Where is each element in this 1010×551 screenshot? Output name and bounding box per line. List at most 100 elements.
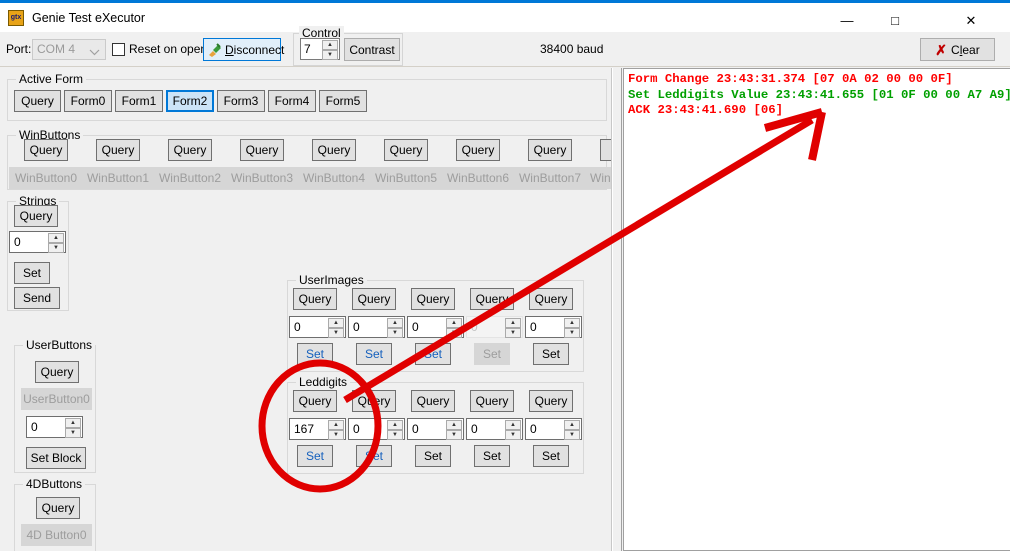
- active-form-button-form5[interactable]: Form5: [319, 90, 367, 112]
- active-form-button-form4[interactable]: Form4: [268, 90, 316, 112]
- active-form-group-label: Active Form: [16, 72, 86, 86]
- stepper-down-icon[interactable]: ▼: [65, 428, 81, 438]
- leddigits-stepper-0[interactable]: 167 ▲ ▼: [289, 418, 346, 440]
- stepper-down-icon[interactable]: ▼: [505, 430, 521, 440]
- active-form-button-form0[interactable]: Form0: [64, 90, 112, 112]
- leddigits-query-2[interactable]: Query: [411, 390, 455, 412]
- stepper-up-icon[interactable]: ▲: [446, 420, 462, 430]
- stepper-up-icon[interactable]: ▲: [446, 318, 462, 328]
- userimages-query-2[interactable]: Query: [411, 288, 455, 310]
- userimages-stepper-1[interactable]: 0 ▲ ▼: [348, 316, 405, 338]
- fourdbuttons-query-button[interactable]: Query: [36, 497, 80, 519]
- reset-on-open-checkbox[interactable]: Reset on open: [112, 42, 207, 56]
- minimize-button[interactable]: —: [824, 6, 870, 35]
- strings-set-button[interactable]: Set: [14, 262, 50, 284]
- leddigits-set-0[interactable]: Set: [297, 445, 333, 467]
- leddigits-query-3[interactable]: Query: [470, 390, 514, 412]
- leddigits-set-4[interactable]: Set: [533, 445, 569, 467]
- winbuttons-query-2[interactable]: Query: [168, 139, 212, 161]
- leddigits-set-1[interactable]: Set: [356, 445, 392, 467]
- stepper-arrows[interactable]: ▲ ▼: [48, 233, 64, 253]
- stepper-arrows[interactable]: ▲ ▼: [65, 418, 81, 438]
- stepper-down-icon[interactable]: ▼: [564, 430, 580, 440]
- stepper-arrows[interactable]: ▲ ▼: [446, 318, 462, 338]
- leddigits-set-3[interactable]: Set: [474, 445, 510, 467]
- active-form-query-button[interactable]: Query: [14, 90, 61, 112]
- strings-send-button[interactable]: Send: [14, 287, 60, 309]
- userimages-stepper-0[interactable]: 0 ▲ ▼: [289, 316, 346, 338]
- clear-button[interactable]: ✗ Clear: [920, 38, 995, 61]
- stepper-arrows[interactable]: ▲ ▼: [322, 40, 338, 60]
- active-form-button-form2[interactable]: Form2: [166, 90, 214, 112]
- leddigits-set-2[interactable]: Set: [415, 445, 451, 467]
- winbuttons-query-1[interactable]: Query: [96, 139, 140, 161]
- stepper-up-icon[interactable]: ▲: [328, 318, 344, 328]
- port-select[interactable]: COM 4: [32, 39, 106, 60]
- stepper-up-icon[interactable]: ▲: [48, 233, 64, 243]
- contrast-button[interactable]: Contrast: [344, 38, 400, 61]
- userbuttons-set-block-button[interactable]: Set Block: [26, 447, 86, 469]
- userimages-stepper-2[interactable]: 0 ▲ ▼: [407, 316, 464, 338]
- stepper-up-icon[interactable]: ▲: [328, 420, 344, 430]
- winbuttons-query-5[interactable]: Query: [384, 139, 428, 161]
- stepper-arrows[interactable]: ▲ ▼: [564, 420, 580, 440]
- userbuttons-query-button[interactable]: Query: [35, 361, 79, 383]
- leddigits-stepper-4[interactable]: 0 ▲ ▼: [525, 418, 582, 440]
- userimages-set-2[interactable]: Set: [415, 343, 451, 365]
- stepper-arrows[interactable]: ▲ ▼: [505, 420, 521, 440]
- winbuttons-query-4[interactable]: Query: [312, 139, 356, 161]
- winbuttons-query-8[interactable]: Qu: [600, 139, 612, 161]
- active-form-button-form1[interactable]: Form1: [115, 90, 163, 112]
- panel-splitter[interactable]: [612, 68, 622, 551]
- userimages-stepper-4[interactable]: 0 ▲ ▼: [525, 316, 582, 338]
- stepper-arrows[interactable]: ▲ ▼: [387, 318, 403, 338]
- winbuttons-query-0[interactable]: Query: [24, 139, 68, 161]
- control-stepper[interactable]: 7 ▲ ▼: [300, 38, 340, 60]
- stepper-up-icon[interactable]: ▲: [564, 420, 580, 430]
- stepper-down-icon[interactable]: ▼: [387, 430, 403, 440]
- strings-stepper[interactable]: 0 ▲ ▼: [9, 231, 66, 253]
- stepper-down-icon[interactable]: ▼: [446, 328, 462, 338]
- userimages-set-1[interactable]: Set: [356, 343, 392, 365]
- stepper-down-icon[interactable]: ▼: [322, 50, 338, 60]
- stepper-arrows[interactable]: ▲ ▼: [328, 318, 344, 338]
- stepper-arrows[interactable]: ▲ ▼: [328, 420, 344, 440]
- stepper-down-icon[interactable]: ▼: [328, 328, 344, 338]
- stepper-up-icon[interactable]: ▲: [387, 420, 403, 430]
- userimages-set-0[interactable]: Set: [297, 343, 333, 365]
- strings-query-button[interactable]: Query: [14, 205, 58, 227]
- userimages-query-0[interactable]: Query: [293, 288, 337, 310]
- leddigits-query-0[interactable]: Query: [293, 390, 337, 412]
- userimages-query-4[interactable]: Query: [529, 288, 573, 310]
- stepper-down-icon[interactable]: ▼: [564, 328, 580, 338]
- disconnect-button[interactable]: Disconnect: [203, 38, 281, 61]
- log-output-panel[interactable]: Form Change 23:43:31.374 [07 0A 02 00 00…: [623, 68, 1010, 551]
- stepper-up-icon[interactable]: ▲: [387, 318, 403, 328]
- stepper-up-icon[interactable]: ▲: [322, 40, 338, 50]
- winbuttons-query-6[interactable]: Query: [456, 139, 500, 161]
- userimages-query-3[interactable]: Query: [470, 288, 514, 310]
- stepper-arrows[interactable]: ▲ ▼: [564, 318, 580, 338]
- leddigits-stepper-2[interactable]: 0 ▲ ▼: [407, 418, 464, 440]
- stepper-down-icon[interactable]: ▼: [48, 243, 64, 253]
- stepper-up-icon[interactable]: ▲: [65, 418, 81, 428]
- stepper-up-icon[interactable]: ▲: [564, 318, 580, 328]
- userbuttons-stepper[interactable]: 0 ▲ ▼: [26, 416, 83, 438]
- stepper-down-icon[interactable]: ▼: [446, 430, 462, 440]
- active-form-button-form3[interactable]: Form3: [217, 90, 265, 112]
- userimages-query-1[interactable]: Query: [352, 288, 396, 310]
- maximize-button[interactable]: □: [872, 6, 918, 35]
- stepper-arrows[interactable]: ▲ ▼: [446, 420, 462, 440]
- leddigits-stepper-1[interactable]: 0 ▲ ▼: [348, 418, 405, 440]
- close-button[interactable]: ✕: [948, 6, 994, 35]
- winbuttons-query-3[interactable]: Query: [240, 139, 284, 161]
- leddigits-query-4[interactable]: Query: [529, 390, 573, 412]
- stepper-up-icon[interactable]: ▲: [505, 420, 521, 430]
- stepper-arrows[interactable]: ▲ ▼: [387, 420, 403, 440]
- userimages-set-4[interactable]: Set: [533, 343, 569, 365]
- winbuttons-query-7[interactable]: Query: [528, 139, 572, 161]
- leddigits-query-1[interactable]: Query: [352, 390, 396, 412]
- stepper-down-icon[interactable]: ▼: [328, 430, 344, 440]
- leddigits-stepper-3[interactable]: 0 ▲ ▼: [466, 418, 523, 440]
- stepper-down-icon[interactable]: ▼: [387, 328, 403, 338]
